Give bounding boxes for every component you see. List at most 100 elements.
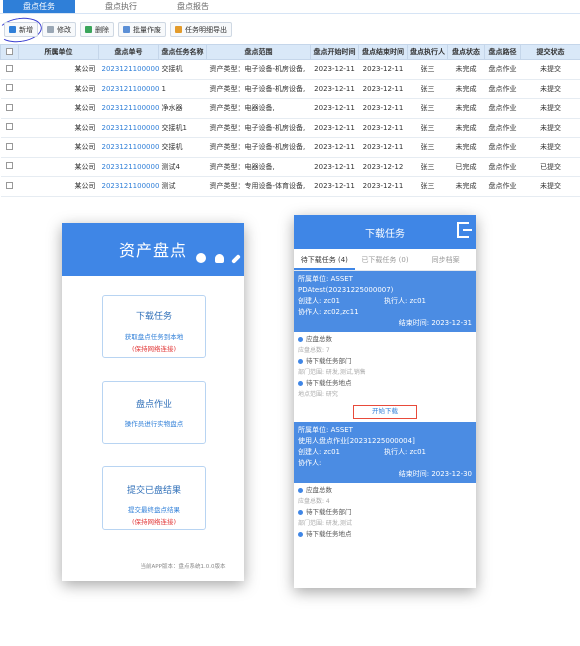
cell-number[interactable]: 20231211000007 (98, 59, 159, 80)
row-checkbox[interactable] (0, 98, 19, 119)
table-row[interactable]: 某公司 20231211000002 测试4 资产类型：电器设备, 2023-12-11… (0, 157, 580, 177)
cell-unit: 某公司 (18, 59, 99, 80)
count-label: 应盘总数 (306, 486, 332, 494)
edit-button[interactable]: 修改 (42, 22, 76, 37)
cell-scope: 资产类型：电子设备-机房设备, (206, 137, 311, 158)
row-checkbox[interactable] (0, 137, 19, 158)
col-end-time: 盘点结束时间 (358, 44, 408, 60)
cell-number[interactable]: 20231211000006 (98, 79, 159, 99)
download-task-card[interactable]: 下载任务 获取盘点任务到本地 (保持网络连接) (102, 295, 206, 358)
col-path: 盘点路径 (484, 44, 521, 60)
card-subtitle: 提交最终盘点结果 (128, 506, 180, 514)
cell-unit: 某公司 (18, 157, 99, 177)
delete-button[interactable]: 删除 (80, 22, 114, 37)
tab-inventory-execute[interactable]: 盘点执行 (85, 0, 157, 13)
table-row[interactable]: 某公司 20231211000005 净水器 资产类型：电器设备, 2023-12-11… (0, 98, 580, 119)
cell-scope: 资产类型：电子设备-机房设备, (206, 79, 311, 99)
cell-path: 盘点作业 (484, 79, 521, 99)
task-detail: 应盘总数 应盘总数: 7 待下载任务部门 部门范围: 研发,测试,销售 待下载任… (294, 332, 476, 402)
add-icon (9, 26, 16, 33)
exit-icon[interactable] (457, 222, 472, 238)
cell-end-time: 2023-12-12 (358, 157, 408, 177)
cell-submit-status: 已提交 (520, 157, 580, 177)
count-value: 应盘总数: 7 (298, 347, 330, 354)
cell-executor: 张三 (407, 98, 448, 119)
cell-unit: 某公司 (18, 137, 99, 158)
export-icon (175, 26, 182, 33)
cell-status: 未完成 (447, 137, 485, 158)
export-label: 任务明细导出 (185, 25, 227, 34)
download-tabs: 待下载任务 (4) 已下载任务 (0) 同步档案 (294, 249, 476, 271)
count-icon (298, 487, 303, 493)
add-label: 新增 (19, 25, 33, 34)
cell-number[interactable]: 20231211000003 (98, 137, 159, 158)
row-checkbox[interactable] (0, 157, 19, 177)
dept-icon (298, 358, 303, 364)
cell-end-time: 2023-12-11 (358, 98, 408, 119)
cell-unit: 某公司 (18, 98, 99, 119)
card-warning: (保持网络连接) (131, 518, 177, 526)
location-icon (298, 380, 303, 386)
table-row[interactable]: 某公司 20231211000004 交接机1 资产类型：电子设备-机房设备, 2023… (0, 118, 580, 138)
tab-sync[interactable]: 同步档案 (415, 249, 476, 270)
download-title: 下载任务 (365, 229, 405, 240)
select-all-checkbox[interactable] (0, 44, 19, 60)
export-button[interactable]: 任务明细导出 (170, 22, 232, 37)
cell-task-name: 交接机1 (158, 118, 207, 138)
cell-start-time: 2023-12-11 (310, 98, 359, 119)
cell-number[interactable]: 20231211000002 (98, 157, 159, 177)
tab-pending[interactable]: 待下载任务 (4) (294, 249, 355, 270)
gear-icon[interactable] (197, 254, 205, 262)
cell-status: 未完成 (447, 79, 485, 99)
inventory-work-card[interactable]: 盘点作业 操作员进行实物盘点 (102, 381, 206, 444)
cell-end-time: 2023-12-11 (358, 176, 408, 197)
count-label: 应盘总数 (306, 335, 332, 343)
tab-downloaded[interactable]: 已下载任务 (0) (355, 249, 416, 270)
edit-icon (47, 26, 54, 33)
dept-icon (298, 509, 303, 515)
submit-results-card[interactable]: 提交已盘结果 提交最终盘点结果 (保持网络连接) (102, 466, 206, 530)
app-version: 当前APP版本：盘点系统1.0.0版本 (140, 564, 226, 570)
cell-number[interactable]: 20231211000004 (98, 118, 159, 138)
phone-home-screen: 资产盘点 下载任务 获取盘点任务到本地 (保持网络连接) 盘点作业 操作员进行实… (62, 223, 244, 581)
add-button[interactable]: 新增 (4, 22, 38, 37)
task-detail: 应盘总数 应盘总数: 4 待下载任务部门 部门范围: 研发,测试 待下载任务地点 (294, 483, 476, 542)
col-unit: 所属单位 (18, 44, 99, 60)
card-title: 盘点作业 (135, 400, 172, 410)
cell-number[interactable]: 20231211000001 (98, 176, 159, 197)
table-row[interactable]: 某公司 20231211000006 1 资产类型：电子设备-机房设备, 2023-12… (0, 79, 580, 99)
cell-executor: 张三 (407, 137, 448, 158)
col-start-time: 盘点开始时间 (310, 44, 359, 60)
table-row[interactable]: 某公司 20231211000003 交接机 资产类型：电子设备-机房设备, 2023-… (0, 137, 580, 158)
row-checkbox[interactable] (0, 176, 19, 197)
task-executor: 执行人: zc01 (384, 297, 427, 305)
card-subtitle: 获取盘点任务到本地 (124, 333, 184, 341)
cell-submit-status: 未提交 (520, 59, 580, 80)
table-row[interactable]: 某公司 20231211000001 测试 资产类型：专用设备-体育设备, 2023-1… (0, 176, 580, 197)
cell-task-name: 交接机 (158, 59, 207, 80)
row-checkbox[interactable] (0, 118, 19, 138)
cell-task-name: 1 (158, 79, 207, 99)
start-download-button[interactable]: 开始下载 (353, 405, 417, 419)
row-checkbox[interactable] (0, 59, 19, 80)
cell-number[interactable]: 20231211000005 (98, 98, 159, 119)
task-creator: 创建人: zc01 (298, 297, 341, 305)
task-card-header: 所属单位: ASSET 使用人盘点作业[20231225000004] 创建人:… (294, 422, 476, 483)
cell-start-time: 2023-12-11 (310, 137, 359, 158)
tab-inventory-report[interactable]: 盘点报告 (157, 0, 229, 13)
table-row[interactable]: 某公司 20231211000007 交接机 资产类型：电子设备-机房设备, 2023-… (0, 59, 580, 80)
task-name: PDAtest(20231225000007) (298, 286, 394, 294)
task-helpers: 协作人: zc02,zc11 (298, 308, 359, 316)
batch-void-button[interactable]: 批量作废 (118, 22, 166, 37)
card-subtitle: 操作员进行实物盘点 (124, 420, 184, 428)
row-checkbox[interactable] (0, 79, 19, 99)
dept-value: 部门范围: 研发,测试,销售 (298, 369, 366, 376)
user-icon[interactable] (215, 254, 224, 263)
cell-path: 盘点作业 (484, 118, 521, 138)
tab-inventory-task[interactable]: 盘点任务 (3, 0, 75, 13)
col-number: 盘点单号 (98, 44, 159, 60)
download-header: 下载任务 (294, 215, 476, 249)
card-title: 提交已盘结果 (126, 486, 181, 496)
edit-label: 修改 (57, 25, 71, 34)
delete-label: 删除 (95, 25, 109, 34)
